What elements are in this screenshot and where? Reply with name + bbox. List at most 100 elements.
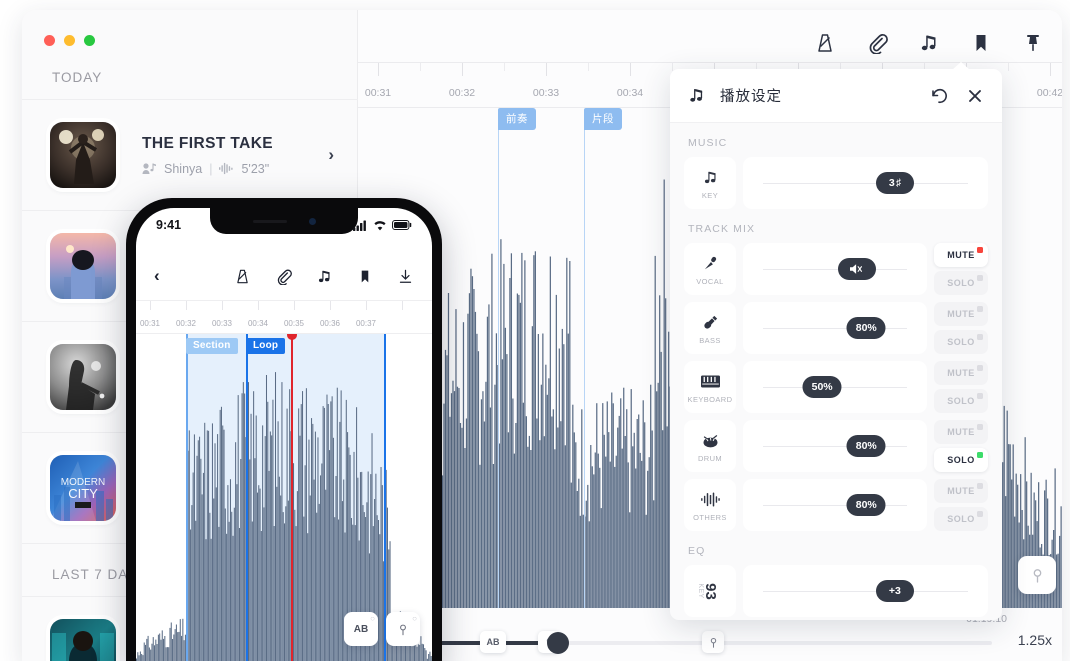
wifi-icon [374,220,386,230]
song-thumbnail [50,344,116,410]
seek-slider[interactable]: AB [372,631,992,654]
section-label-track-mix: TRACK MIX [688,223,756,235]
slider-value-badge[interactable]: 80% [846,494,886,516]
solo-label: SOLO [947,396,975,406]
undo-icon[interactable] [929,86,949,106]
paperclip-icon[interactable] [275,268,292,285]
mute-button[interactable]: MUTE [934,302,988,326]
tile-label: BASS [699,335,721,345]
setting-row-vocal: VOCAL MUTE SOLO [684,243,988,295]
panel-title: 播放设定 [720,89,782,105]
tile-bass[interactable]: BASS [684,302,736,354]
ruler-label: 00:31 [364,87,392,99]
microphone-icon [702,253,719,274]
mute-solo-others: MUTE SOLO [934,479,988,531]
song-open-chevron[interactable]: › [328,145,334,165]
slider-vocal[interactable] [743,243,927,295]
close-icon[interactable] [965,86,985,106]
svg-text:CITY: CITY [68,486,98,501]
paperclip-icon[interactable] [866,32,888,54]
solo-button[interactable]: SOLO [934,330,988,354]
tile-eq-93[interactable]: KEY 93 [684,565,736,617]
mute-label: MUTE [947,427,975,437]
mute-button[interactable]: MUTE [934,361,988,385]
music-note-icon[interactable] [316,268,333,285]
phone-screen: 9:41 ‹ 00:31 00:32 00:33 00:34 00:35 00:… [136,208,432,661]
mute-button[interactable]: MUTE [934,479,988,503]
phone-timeline-ruler[interactable]: 00:31 00:32 00:33 00:34 00:35 00:36 00:3… [136,300,432,334]
playback-speed[interactable]: 1.25x [1018,632,1052,648]
ab-chip[interactable]: AB [480,631,506,653]
slider-value-badge[interactable]: 80% [846,317,886,339]
ab-chip[interactable]: AB ○ [344,612,378,646]
timeline-marker[interactable]: 前奏 [498,108,536,130]
seek-knob[interactable] [547,632,569,654]
list-item[interactable]: THE FIRST TAKE Shinya | 5'23" › [22,100,358,211]
loop-tag[interactable]: Loop [246,338,286,354]
mute-solo-keyboard: MUTE SOLO [934,361,988,413]
slider-eq-1[interactable]: +3 [743,565,988,617]
phone-waveform-view[interactable]: Section Loop AB ○ ○ [136,334,432,661]
bookmark-icon[interactable] [970,32,992,54]
solo-button[interactable]: SOLO [934,448,988,472]
section-tag[interactable]: Section [186,338,238,354]
pin-chip-right[interactable] [702,631,724,653]
slider-key[interactable]: 3 ♯ [743,157,988,209]
song-artist: Shinya [164,161,203,176]
section-label-eq: EQ [688,545,706,557]
window-traffic-lights[interactable] [44,35,95,46]
phone-tool-icons[interactable] [234,268,414,285]
download-icon[interactable] [397,268,414,285]
bookmark-icon[interactable] [357,268,373,285]
tile-vocal[interactable]: VOCAL [684,243,736,295]
slider-bass[interactable]: 80% [743,302,927,354]
solo-label: SOLO [947,278,975,288]
solo-label: SOLO [947,337,975,347]
music-note-icon[interactable] [918,32,940,54]
phone-toolbar[interactable]: ‹ [136,256,432,296]
maximize-window-button[interactable] [84,35,95,46]
slider-value-badge[interactable] [838,258,877,280]
panel-body[interactable]: MUSIC KEY 3 ♯ TRACK MIX VOCAL MUTE SOLO … [670,123,1002,620]
slider-value-badge[interactable]: 80% [846,435,886,457]
tile-label: OTHERS [693,512,727,522]
solo-button[interactable]: SOLO [934,271,988,295]
panel-caret [952,62,970,70]
slider-value-badge[interactable]: +3 [875,580,914,602]
solo-button[interactable]: SOLO [934,389,988,413]
close-window-button[interactable] [44,35,55,46]
slider-value-badge[interactable]: 50% [802,376,842,398]
pin-icon [1033,568,1041,583]
tile-others[interactable]: OTHERS [684,479,736,531]
setting-row-eq-1: KEY 93 +3 [684,565,988,617]
mute-button[interactable]: MUTE [934,243,988,267]
slider-drum[interactable]: 80% [743,420,927,472]
music-note-icon [690,89,703,102]
back-button[interactable]: ‹ [154,266,160,286]
metronome-icon[interactable] [814,32,836,54]
pin-chip[interactable] [1018,556,1056,594]
setting-row-bass: BASS 80% MUTE SOLO [684,302,988,354]
timeline-marker[interactable]: 片段 [584,108,622,130]
tile-drum[interactable]: DRUM [684,420,736,472]
ruler-label: 00:32 [175,319,197,328]
slider-value-badge[interactable]: 3 ♯ [875,172,914,194]
playhead[interactable] [287,334,297,661]
solo-button[interactable]: SOLO [934,507,988,531]
plus-icon: ○ [370,614,375,623]
song-subtitle: Shinya | 5'23" [142,162,328,176]
guitar-icon [702,312,719,333]
tile-keyboard[interactable]: KEYBOARD [684,361,736,413]
slider-keyboard[interactable]: 50% [743,361,927,413]
metronome-icon[interactable] [234,268,251,285]
setting-row-key: KEY 3 ♯ [684,157,988,209]
pin-icon[interactable] [1022,32,1044,54]
minimize-window-button[interactable] [64,35,75,46]
tile-key[interactable]: KEY [684,157,736,209]
pin-chip[interactable]: ○ [386,612,420,646]
slider-others[interactable]: 80% [743,479,927,531]
phone-chips[interactable]: AB ○ ○ [344,612,420,646]
mute-button[interactable]: MUTE [934,420,988,444]
editor-toolbar[interactable] [814,32,1044,54]
ruler-label: 00:33 [211,319,233,328]
